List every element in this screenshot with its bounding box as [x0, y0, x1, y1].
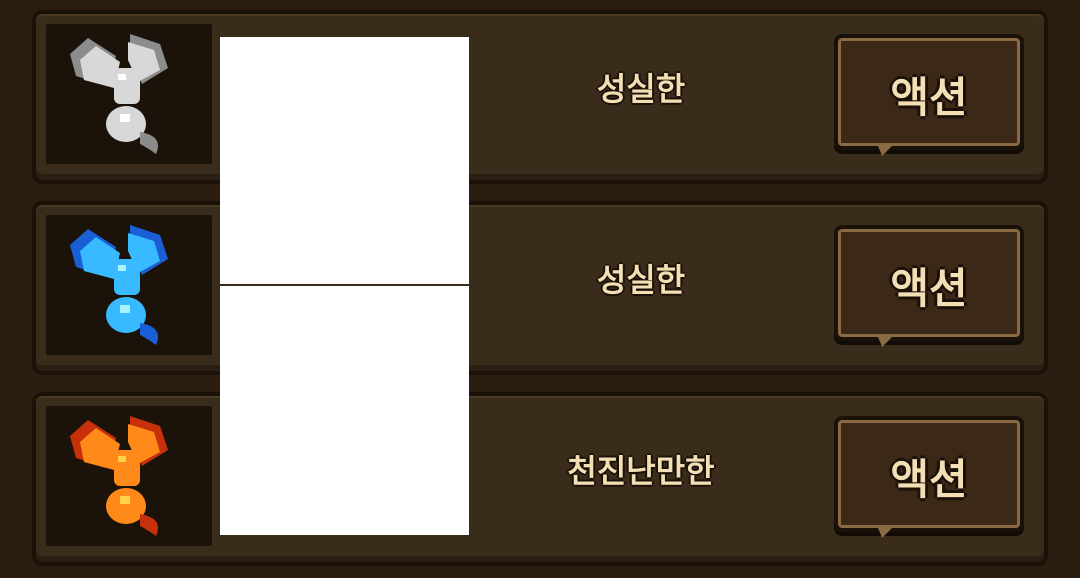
trait-label: 성실한: [596, 261, 686, 299]
creature-row: 성실한 액션: [32, 201, 1048, 375]
button-notch: [878, 528, 892, 538]
action-button-label: 액션: [890, 73, 968, 122]
creature-portrait: [46, 406, 212, 546]
blue-dragon-icon: [70, 225, 168, 345]
trait-label: 성실한: [596, 70, 686, 108]
button-notch: [878, 337, 892, 347]
creature-row: 천진난만한 액션: [32, 392, 1048, 566]
redaction-block: [220, 37, 469, 284]
trait-label: 천진난만한: [567, 452, 715, 490]
creature-portrait: [46, 24, 212, 164]
creature-portrait: [46, 215, 212, 355]
action-button-label: 액션: [890, 455, 968, 504]
action-button[interactable]: 액션: [834, 34, 1024, 156]
creature-row: 성실한 액션: [32, 10, 1048, 184]
action-button[interactable]: 액션: [834, 416, 1024, 538]
redaction-block: [220, 286, 469, 535]
action-button-label: 액션: [890, 264, 968, 313]
fire-dragon-icon: [70, 416, 168, 536]
gray-dragon-icon: [70, 34, 168, 154]
action-button[interactable]: 액션: [834, 225, 1024, 347]
button-notch: [878, 146, 892, 156]
